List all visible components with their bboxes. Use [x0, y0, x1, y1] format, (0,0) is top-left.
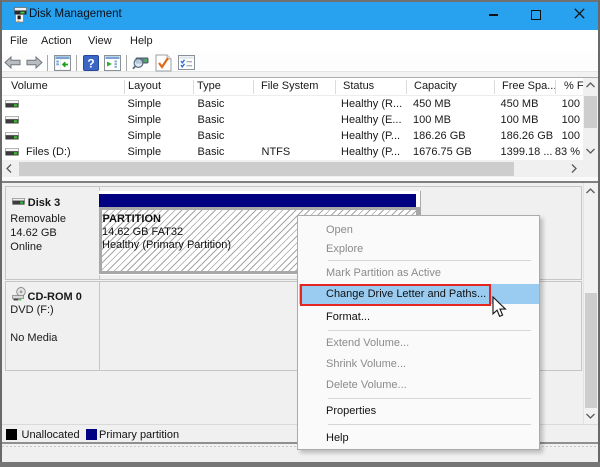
svg-text:?: ? [87, 57, 94, 71]
